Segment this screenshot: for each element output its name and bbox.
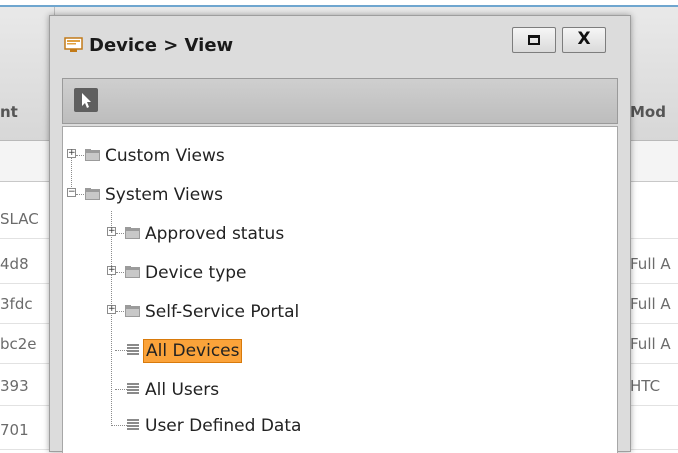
folder-icon (125, 266, 140, 278)
folder-icon (125, 227, 140, 239)
row-id: bc2e (0, 335, 37, 353)
row-model: Full A (630, 295, 671, 313)
row-model: Full A (630, 335, 671, 353)
row-model: HTC (630, 377, 661, 395)
collapse-icon[interactable]: − (67, 188, 76, 197)
dialog-toolbar (62, 78, 618, 124)
row-id: 393 (0, 377, 29, 395)
pointer-icon (82, 93, 91, 108)
tree-label: Device type (145, 263, 247, 283)
folder-icon (85, 149, 100, 161)
row-id: 701 (0, 421, 29, 439)
tree-label: System Views (105, 185, 223, 205)
tree-label-selected: All Devices (143, 339, 243, 363)
folder-icon (125, 305, 140, 317)
table-column-left: nt (0, 7, 55, 140)
expand-icon[interactable]: + (107, 227, 116, 236)
row-id: 4d8 (0, 255, 29, 273)
folder-icon (85, 188, 100, 200)
list-icon (127, 419, 139, 430)
dialog-titlebar[interactable]: Device > View X (50, 16, 630, 76)
monitor-icon (64, 37, 83, 52)
tree-connector (115, 350, 127, 351)
views-tree: + Custom Views − System Views + Approved… (62, 126, 618, 453)
tree-connector (111, 425, 127, 426)
tree-label: Approved status (145, 224, 285, 244)
tree-connector (116, 272, 124, 273)
tree-connector (111, 211, 112, 424)
expand-icon[interactable]: + (107, 266, 116, 275)
tree-connector (116, 311, 124, 312)
pointer-tool-button[interactable] (74, 88, 98, 112)
tree-label: All Users (145, 380, 220, 400)
tree-connector (115, 389, 127, 390)
list-icon (127, 344, 139, 355)
column-header-left: nt (0, 103, 18, 121)
expand-icon[interactable]: + (67, 149, 76, 158)
tree-label: Self-Service Portal (145, 302, 300, 322)
row-id: SLAC (0, 210, 39, 228)
row-model: Full A (630, 255, 671, 273)
maximize-button[interactable] (512, 27, 556, 53)
close-button[interactable]: X (562, 27, 606, 53)
tree-label: User Defined Data (145, 416, 302, 436)
maximize-icon (528, 35, 540, 45)
list-icon (127, 383, 139, 394)
close-icon: X (577, 29, 591, 49)
tree-connector (76, 194, 84, 195)
row-id: 3fdc (0, 295, 33, 313)
dialog-title: Device > View (89, 35, 234, 56)
device-view-dialog: Device > View X + Custom Views − System … (49, 15, 631, 453)
expand-icon[interactable]: + (107, 305, 116, 314)
column-header-model: Mod (630, 103, 666, 121)
tree-label: Custom Views (105, 146, 225, 166)
tree-connector (76, 155, 84, 156)
tree-connector (116, 233, 124, 234)
